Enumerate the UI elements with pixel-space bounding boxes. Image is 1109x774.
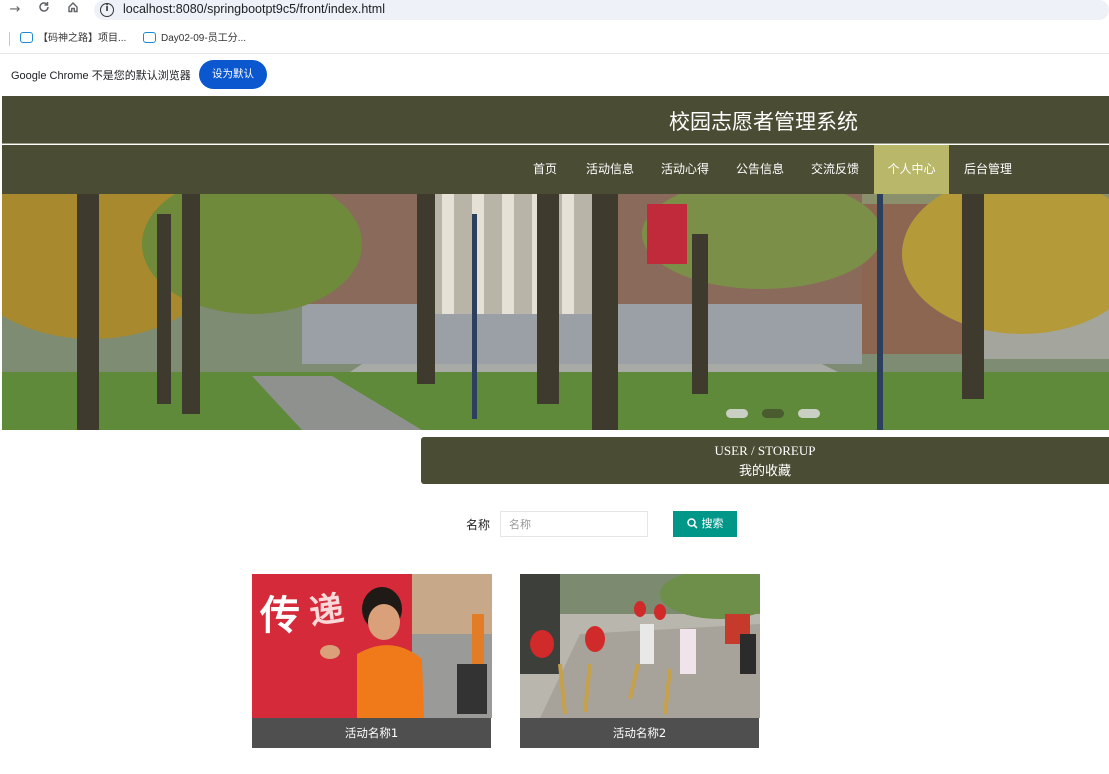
- nav-activity-info[interactable]: 活动信息: [574, 145, 646, 194]
- search-icon: [686, 517, 698, 529]
- page-title-en: USER / STOREUP: [714, 443, 816, 458]
- home-icon[interactable]: [63, 1, 83, 19]
- banner-carousel[interactable]: [2, 194, 1109, 430]
- bookmark-label: Day02-09-员工分...: [161, 33, 247, 44]
- search-button-label: 搜索: [701, 518, 724, 530]
- nav-activity-notes[interactable]: 活动心得: [649, 145, 721, 194]
- svg-text:传: 传: [259, 593, 300, 639]
- carousel-dot[interactable]: [798, 409, 820, 418]
- search-button[interactable]: 搜索: [673, 511, 737, 537]
- site-title: 校园志愿者管理系统: [669, 110, 858, 134]
- favorite-card[interactable]: 活动名称2: [520, 574, 760, 748]
- campus-photo: [2, 194, 1109, 430]
- card-caption[interactable]: 活动名称1: [252, 718, 491, 748]
- site-header: 校园志愿者管理系统: [2, 96, 1109, 144]
- bookmark-item[interactable]: Day02-09-员工分...: [143, 30, 246, 48]
- bilibili-icon: [20, 31, 33, 43]
- nav-feedback[interactable]: 交流反馈: [799, 145, 871, 194]
- browser-toolbar: → i localhost:8080/springbootpt9c5/front…: [0, 0, 1109, 22]
- search-label: 名称: [466, 518, 491, 532]
- svg-text:递: 递: [307, 589, 346, 633]
- nav-admin[interactable]: 后台管理: [952, 145, 1024, 194]
- forward-icon[interactable]: →: [5, 1, 25, 19]
- infobar-message: Google Chrome 不是您的默认浏览器: [11, 70, 191, 82]
- volunteer-photo: [520, 574, 760, 718]
- address-bar[interactable]: i localhost:8080/springbootpt9c5/front/i…: [94, 0, 1109, 20]
- nav-announcements[interactable]: 公告信息: [724, 145, 796, 194]
- card-image[interactable]: 传 递: [252, 574, 492, 718]
- card-caption[interactable]: 活动名称2: [520, 718, 759, 748]
- nav-home[interactable]: 首页: [519, 145, 571, 194]
- url-text[interactable]: localhost:8080/springbootpt9c5/front/ind…: [123, 2, 385, 16]
- bookmark-label: 【码神之路】项目...: [38, 33, 127, 44]
- card-image[interactable]: [520, 574, 760, 718]
- page-title-cn: 我的收藏: [738, 464, 791, 479]
- bilibili-icon: [143, 31, 156, 43]
- favorite-card[interactable]: 传 递 活动名称1: [252, 574, 492, 748]
- main-nav: 首页 活动信息 活动心得 公告信息 交流反馈 个人中心 后台管理: [2, 145, 1109, 194]
- website: 校园志愿者管理系统 首页 活动信息 活动心得 公告信息 交流反馈 个人中心 后台…: [2, 96, 1109, 774]
- reload-icon[interactable]: [34, 1, 54, 19]
- set-default-button[interactable]: 设为默认: [199, 60, 267, 89]
- carousel-dot[interactable]: [762, 409, 784, 418]
- search-input[interactable]: [500, 511, 648, 537]
- page-title-bar: USER / STOREUP 我的收藏: [421, 437, 1109, 484]
- volunteer-photo: 传 递: [252, 574, 492, 718]
- default-browser-infobar: Google Chrome 不是您的默认浏览器 设为默认: [0, 55, 1109, 96]
- nav-personal-center[interactable]: 个人中心: [874, 145, 949, 194]
- bookmark-item[interactable]: 【码神之路】项目...: [20, 30, 126, 48]
- bookmarks-bar: 【码神之路】项目... Day02-09-员工分...: [0, 24, 1109, 54]
- bookmarks-divider: [9, 32, 10, 46]
- carousel-dot[interactable]: [726, 409, 748, 418]
- site-info-icon[interactable]: i: [100, 3, 114, 17]
